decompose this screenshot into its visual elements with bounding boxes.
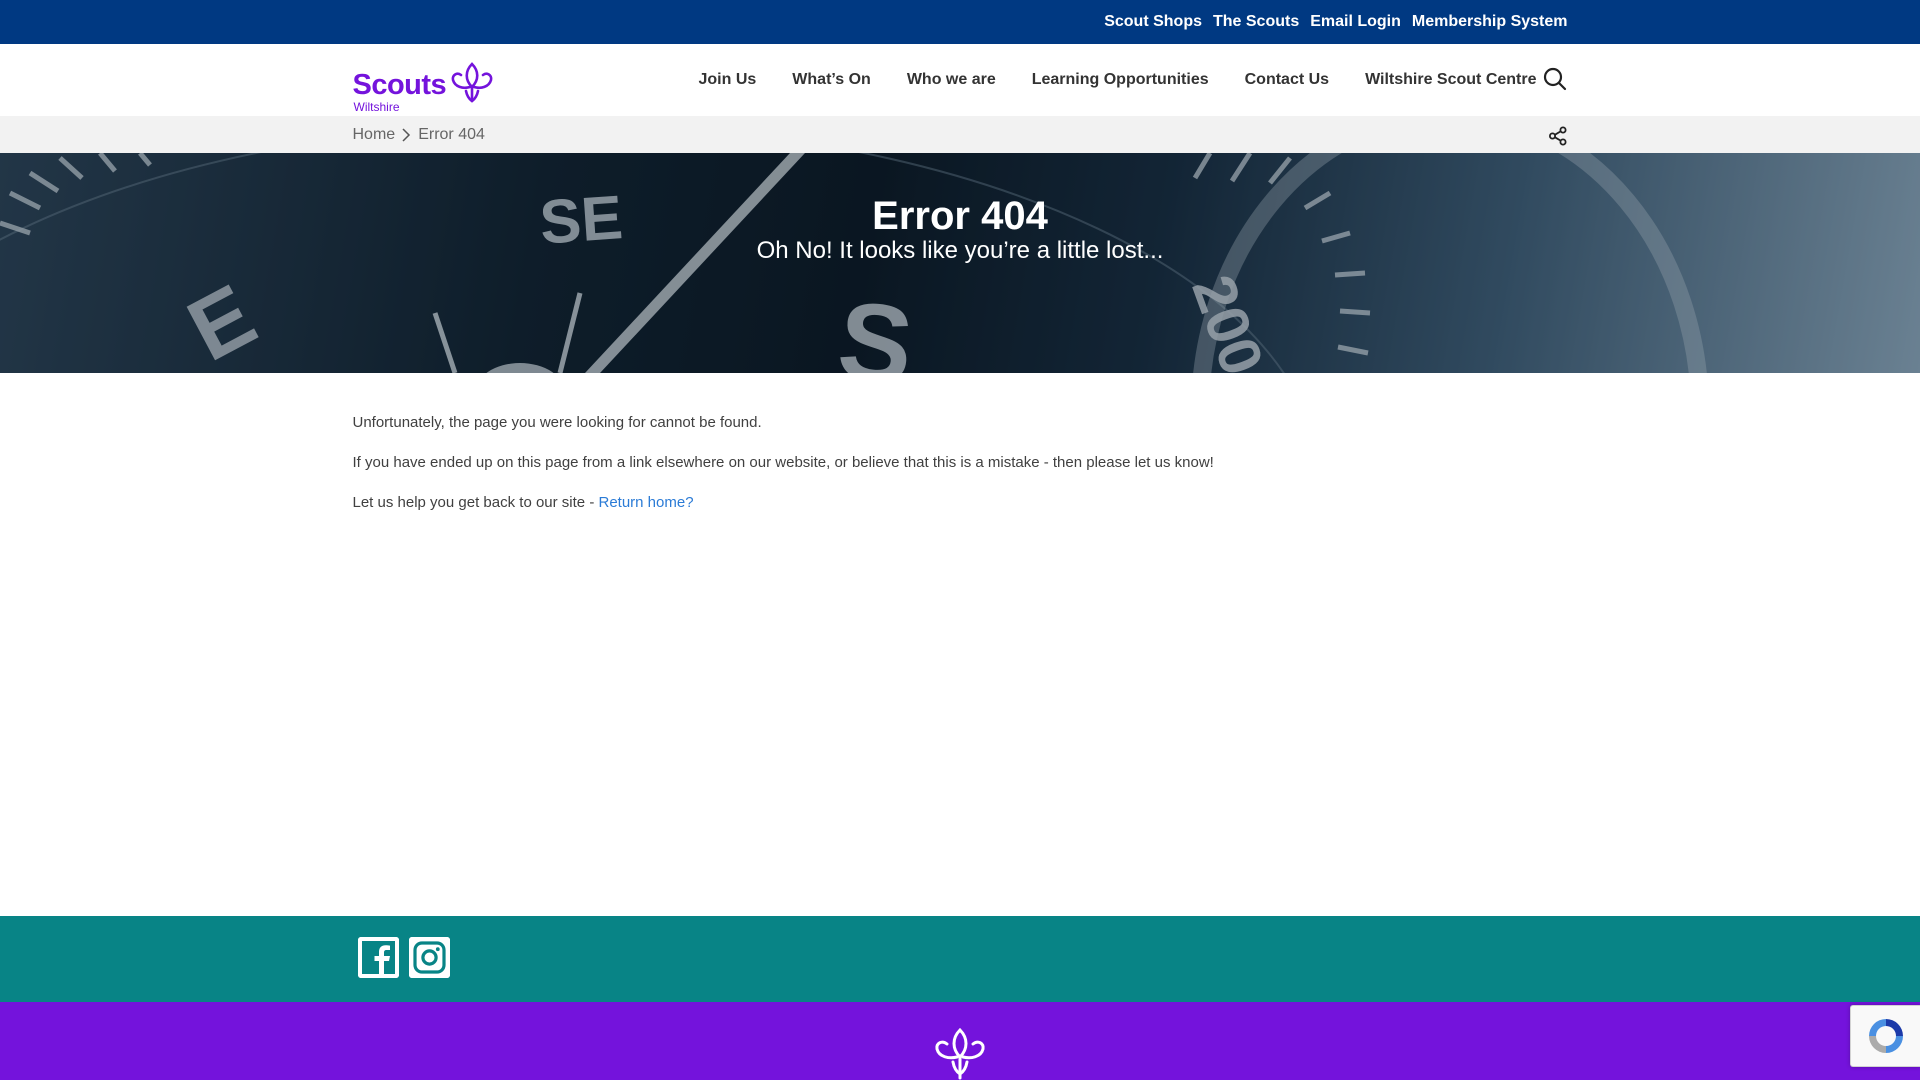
footer-social-bar [0, 916, 1920, 1002]
breadcrumb-current: Error 404 [418, 125, 485, 143]
utility-links: Scout Shops The Scouts Email Login Membe… [353, 0, 1568, 44]
scouts-logo[interactable]: Scouts Wiltshire [352, 52, 503, 114]
the-scouts-link[interactable]: The Scouts [1213, 13, 1299, 31]
error-explanation: If you have ended up on this page from a… [352, 454, 1214, 471]
hero-banner: SE E S 200 Error 404 Oh No! It looks lik… [0, 153, 1920, 373]
breadcrumb-bar: Home Error 404 [0, 116, 1920, 153]
breadcrumb: Home Error 404 [353, 116, 1568, 153]
utility-bar: Scout Shops The Scouts Email Login Membe… [0, 0, 1920, 44]
nav-contact-us[interactable]: Contact Us [1227, 71, 1347, 89]
site-header: Scouts Wiltshire Join Us What’s On Who w… [0, 44, 1920, 116]
search-icon[interactable] [1542, 66, 1568, 92]
logo-word: Scouts [352, 69, 447, 101]
breadcrumb-home[interactable]: Home [353, 126, 396, 144]
help-line: Let us help you get back to our site - R… [353, 493, 1568, 512]
nav-who-we-are[interactable]: Who we are [889, 71, 1014, 89]
recaptcha-icon [1868, 1019, 1903, 1053]
chevron-right-icon [402, 127, 411, 142]
fleur-de-lis-icon [451, 62, 492, 103]
membership-system-link[interactable]: Membership System [1412, 13, 1568, 31]
help-line-text: Let us help you get back to our site - [352, 494, 599, 511]
facebook-icon[interactable] [357, 937, 399, 978]
footer-brand-bar [0, 1002, 1920, 1080]
logo-subtitle: Wiltshire [353, 100, 400, 114]
main-content: Unfortunately, the page you were looking… [353, 373, 1568, 512]
page-subtitle: Oh No! It looks like you’re a little los… [756, 237, 1164, 264]
recaptcha-badge[interactable] [1850, 1005, 1920, 1067]
nav-whats-on[interactable]: What’s On [774, 71, 889, 89]
email-login-link[interactable]: Email Login [1310, 13, 1401, 31]
scout-shops-link[interactable]: Scout Shops [1104, 13, 1202, 31]
instagram-icon[interactable] [408, 937, 450, 978]
nav-join-us[interactable]: Join Us [681, 71, 775, 89]
main-nav: Join Us What’s On Who we are Learning Op… [681, 44, 1555, 116]
nav-wiltshire-scout-centre[interactable]: Wiltshire Scout Centre [1347, 71, 1554, 89]
fleur-de-lis-icon [935, 1028, 985, 1080]
nav-learning-opportunities[interactable]: Learning Opportunities [1014, 71, 1227, 89]
page-title: Error 404 [872, 194, 1048, 238]
share-icon[interactable] [1548, 126, 1568, 146]
error-message: Unfortunately, the page you were looking… [352, 414, 762, 431]
return-home-link[interactable]: Return home? [598, 494, 693, 511]
